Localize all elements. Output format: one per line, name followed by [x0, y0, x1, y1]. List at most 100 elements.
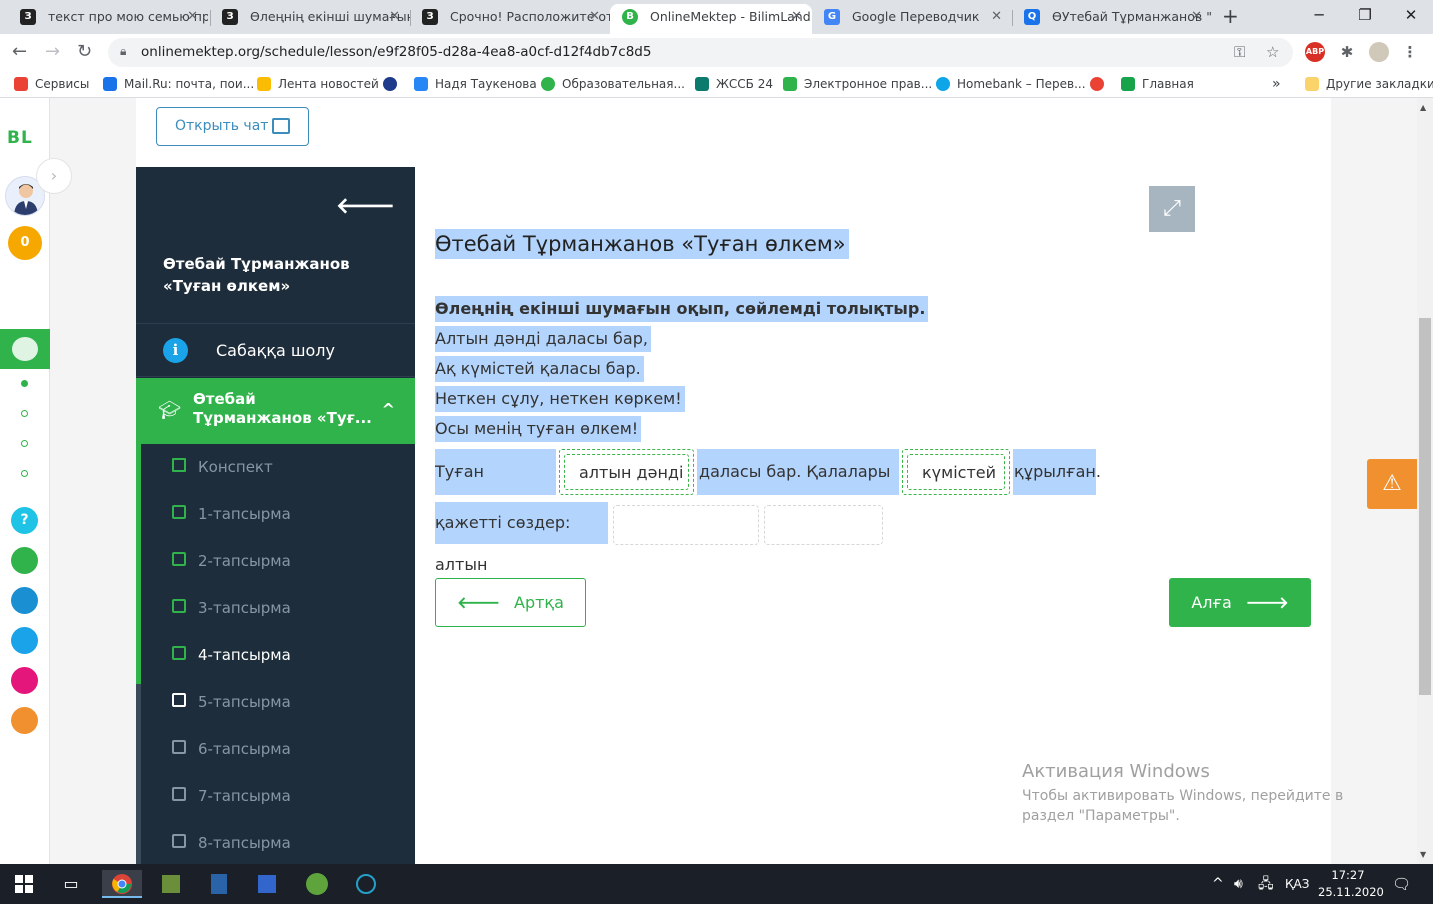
volume-icon[interactable]: 🔊︎: [1234, 864, 1243, 904]
bookmark-item[interactable]: Homebank – Перев...: [936, 71, 1086, 97]
rail-expand-chevron-icon[interactable]: ›: [36, 158, 72, 194]
bilimtest-icon[interactable]: [11, 627, 38, 654]
sidebar-item-task-2[interactable]: 2-тапсырма: [136, 538, 415, 585]
bookmark-item[interactable]: Образовательная...: [541, 71, 685, 97]
utorrent-taskbar-icon[interactable]: [297, 870, 337, 898]
key-icon[interactable]: ⚿: [1234, 41, 1245, 63]
sidebar-item-task-5[interactable]: 5-тапсырма: [136, 679, 415, 726]
new-tab-button[interactable]: +: [1222, 4, 1239, 28]
close-icon[interactable]: ✕: [1191, 4, 1202, 30]
bookmark-item[interactable]: Лента новостей: [257, 71, 379, 97]
save-taskbar-icon[interactable]: [247, 870, 287, 898]
sidebar-item-overview[interactable]: i Сабаққа шолу: [136, 323, 415, 377]
rail-dot[interactable]: [21, 470, 28, 477]
browser-tab-active[interactable]: B OnlineMektep - BilimLand ✕: [610, 4, 812, 34]
browser-tab[interactable]: З Өлеңнің екінші шумағын ✕: [210, 4, 410, 34]
warning-icon[interactable]: ⚠: [1367, 459, 1417, 509]
browser-tab[interactable]: Q ӨУтебай Тұрманжанов "Т ✕: [1012, 4, 1212, 34]
language-indicator[interactable]: ҚАЗ: [1285, 864, 1309, 904]
menu-dots-icon[interactable]: ⋮: [1400, 42, 1420, 62]
sidebar-item-task-8[interactable]: 8-тапсырма: [136, 820, 415, 864]
back-arrow-icon[interactable]: ←: [12, 40, 27, 64]
minimize-button[interactable]: ─: [1296, 4, 1342, 26]
sentence-text: құрылған.: [1013, 449, 1101, 495]
scrollbar-thumb[interactable]: [1419, 318, 1431, 695]
close-icon[interactable]: ✕: [187, 4, 198, 30]
word-slot[interactable]: [613, 505, 759, 545]
task-view-icon[interactable]: ▭: [51, 870, 91, 898]
sidebar-item-task-6[interactable]: 6-тапсырма: [136, 726, 415, 773]
bookmark-item[interactable]: Mail.Ru: почта, пои...: [103, 71, 254, 97]
open-chat-button[interactable]: Открыть чат: [156, 107, 309, 146]
page-scrollbar[interactable]: ▲ ▼: [1417, 98, 1433, 864]
browser-tab[interactable]: G Google Переводчик ✕: [812, 4, 1012, 34]
rail-item-onlinemektep[interactable]: [0, 329, 50, 369]
clock[interactable]: 17:27 25.11.2020: [1318, 867, 1384, 901]
apps-grid-icon: [14, 77, 28, 91]
notifications-icon[interactable]: 🗨︎: [1392, 864, 1411, 904]
profile-avatar[interactable]: [1369, 42, 1389, 62]
back-button[interactable]: 🡐 Артқа: [435, 578, 586, 627]
minecraft-taskbar-icon[interactable]: [151, 870, 191, 898]
sidebar-item-task-1[interactable]: 1-тапсырма: [136, 491, 415, 538]
star-icon[interactable]: ☆: [1266, 41, 1279, 63]
sidebar-item-current-lesson[interactable]: 🎓︎ Өтебай Тұрманжанов «Туғ... ^: [136, 378, 415, 444]
bookmark-item[interactable]: Электронное прав...: [783, 71, 932, 97]
rail-dot[interactable]: [21, 440, 28, 447]
arrow-left-icon[interactable]: 🡐: [336, 193, 395, 219]
twig-icon[interactable]: [11, 667, 38, 694]
rail-dot[interactable]: [21, 380, 28, 387]
address-bar[interactable]: 🔒︎ onlinemektep.org/schedule/lesson/e9f2…: [108, 38, 1293, 67]
scroll-up-icon[interactable]: ▲: [1420, 103, 1426, 112]
close-icon[interactable]: ✕: [791, 4, 802, 30]
bilimland-app-icon[interactable]: [11, 547, 38, 574]
adblock-icon[interactable]: ABP: [1305, 42, 1325, 62]
chrome-taskbar-icon[interactable]: [102, 870, 142, 898]
browser-tab[interactable]: З текст про мою семью пр ✕: [8, 4, 208, 34]
next-button[interactable]: Алға 🡒: [1169, 578, 1311, 627]
bookmark-item[interactable]: Надя Таукенова: [414, 71, 537, 97]
bookmark-item[interactable]: ЖССБ 24: [695, 71, 773, 97]
app-taskbar-icon[interactable]: [346, 870, 386, 898]
bookmark-item[interactable]: [1090, 71, 1111, 97]
task-instruction: Өлеңнің екінші шумағын оқып, сөйлемді то…: [435, 296, 929, 322]
window-close-button[interactable]: ✕: [1388, 4, 1433, 26]
drop-zone[interactable]: алтын дәнді: [559, 449, 694, 495]
bookmark-item[interactable]: Главная: [1121, 71, 1194, 97]
network-icon[interactable]: 🖧︎: [1258, 864, 1274, 904]
scroll-down-icon[interactable]: ▼: [1420, 850, 1426, 859]
fullscreen-expand-icon[interactable]: ⤢: [1149, 186, 1195, 232]
bookmarks-overflow[interactable]: »: [1272, 71, 1281, 97]
windows-start-icon[interactable]: [4, 870, 44, 898]
restore-button[interactable]: ❐: [1342, 4, 1388, 26]
bookmark-item[interactable]: Сервисы: [14, 71, 89, 97]
tray-chevron-up-icon[interactable]: ^: [1212, 864, 1224, 904]
forward-arrow-icon[interactable]: →: [45, 40, 60, 64]
help-icon[interactable]: ?: [11, 507, 38, 534]
chevron-up-icon[interactable]: ^: [382, 400, 395, 419]
tab-title: Өлеңнің екінші шумағын: [250, 9, 410, 24]
reload-icon[interactable]: ↻: [77, 40, 92, 64]
windows-taskbar: ▭ ^ 🔊︎ 🖧︎ ҚАЗ 17:27 25.11.2020 🗨︎: [0, 864, 1433, 904]
sidebar-item-task-7[interactable]: 7-тапсырма: [136, 773, 415, 820]
close-icon[interactable]: ✕: [389, 4, 400, 30]
bilimbook-icon[interactable]: [11, 587, 38, 614]
coins-badge[interactable]: 0: [8, 226, 42, 260]
close-icon[interactable]: ✕: [589, 4, 600, 30]
bilimland-logo[interactable]: BL: [7, 128, 33, 148]
sidebar-item-task-4[interactable]: 4-тапсырма: [136, 632, 415, 679]
sidebar-item-konspekt[interactable]: Конспект: [136, 444, 415, 491]
bookmark-item[interactable]: [383, 71, 404, 97]
drop-zone[interactable]: күмістей: [902, 449, 1010, 495]
rail-dot[interactable]: [21, 410, 28, 417]
answer-chip[interactable]: күмістей: [907, 454, 1005, 490]
sidebar-item-task-3[interactable]: 3-тапсырма: [136, 585, 415, 632]
answer-chip[interactable]: алтын дәнді: [564, 454, 689, 490]
other-bookmarks[interactable]: Другие закладки: [1305, 71, 1433, 97]
calculator-taskbar-icon[interactable]: [199, 870, 239, 898]
extensions-icon[interactable]: ✱: [1337, 42, 1357, 62]
browser-tab[interactable]: З Срочно! Расположите от ✕: [410, 4, 610, 34]
mektep-icon[interactable]: [11, 707, 38, 734]
word-slot[interactable]: [764, 505, 883, 545]
close-icon[interactable]: ✕: [991, 4, 1002, 30]
